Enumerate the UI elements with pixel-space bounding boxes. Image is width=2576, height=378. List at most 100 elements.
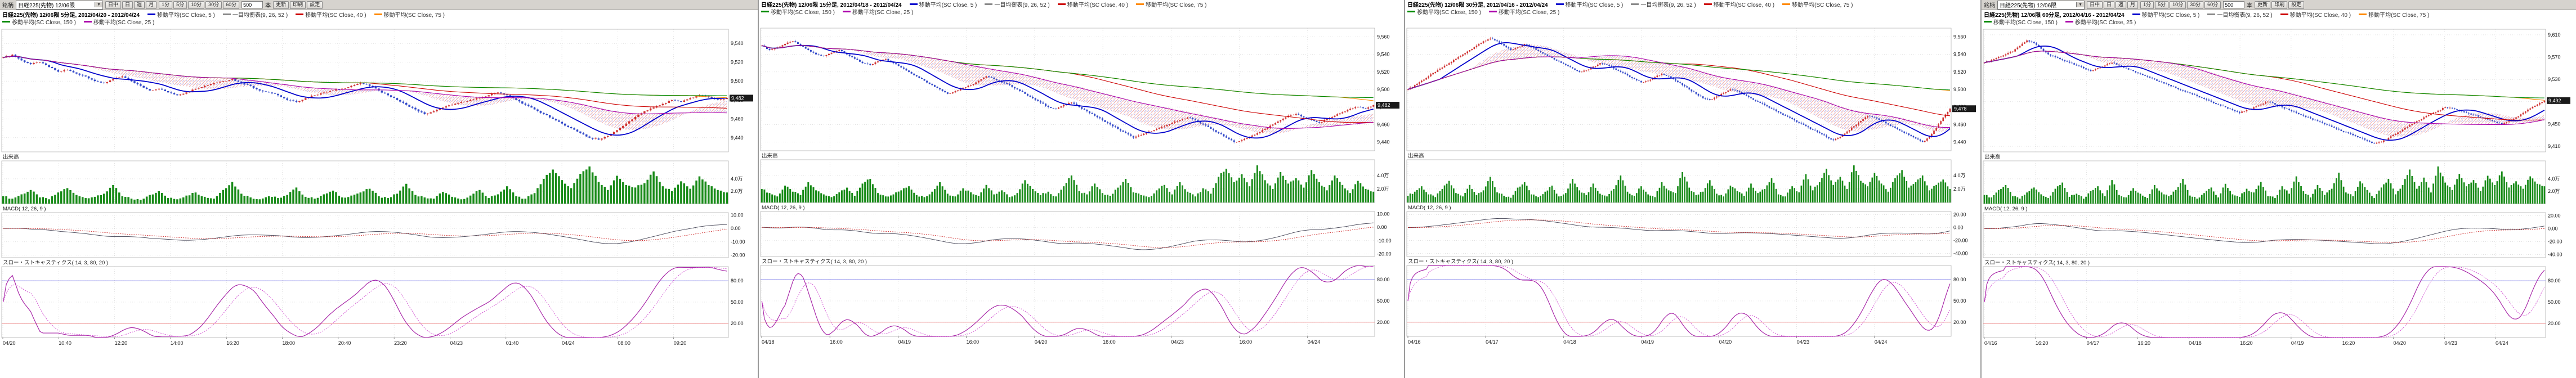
indicator-row-2: 移動平均(SC Close, 150 )移動平均(SC Close, 25 ) — [761, 8, 913, 15]
chart-canvas: 04/1604/1704/1804/1904/2004/2304/249,560… — [1405, 16, 1980, 378]
toolbar-button[interactable]: 印刷 — [290, 1, 306, 9]
toolbar-button[interactable]: 30分 — [205, 1, 222, 9]
panel-toolbar: 銘柄 日経225(先物) 12/06限 ▼ 日中日週月 1分5分10分30分60… — [0, 0, 758, 10]
toolbar-button[interactable]: 月 — [2127, 1, 2138, 9]
toolbar-button[interactable]: 5分 — [173, 1, 187, 9]
svg-text:50.00: 50.00 — [731, 299, 744, 305]
svg-text:16:20: 16:20 — [2342, 340, 2355, 346]
indicator-color-chip — [147, 14, 155, 15]
svg-text:80.00: 80.00 — [2548, 278, 2561, 284]
svg-text:04/16: 04/16 — [1984, 340, 1997, 346]
bars-count-input[interactable] — [242, 1, 263, 8]
svg-text:04/20: 04/20 — [1035, 339, 1048, 345]
svg-text:10.00: 10.00 — [731, 213, 744, 218]
toolbar-button[interactable]: 設定 — [307, 1, 323, 9]
indicator-color-chip — [1704, 3, 1712, 5]
svg-text:04/23: 04/23 — [450, 340, 463, 346]
svg-text:MACD( 12, 26, 9 ): MACD( 12, 26, 9 ) — [762, 205, 805, 211]
indicator-label: 移動平均(SC Close, 40 ) — [2280, 11, 2351, 18]
chart-panel-3: 日経225(先物) 12/06限 30分足, 2012/04/16 - 2012… — [1405, 0, 1982, 378]
panel-toolbar: 銘柄 日経225(先物) 12/06限 ▼ 日中日週月 1分5分10分30分60… — [1982, 0, 2576, 10]
svg-text:4.0万: 4.0万 — [731, 176, 743, 182]
indicator-row-1: 移動平均(SC Close, 5 )一目均衡表(9, 26, 52 )移動平均(… — [910, 1, 1207, 8]
indicator-color-chip — [1058, 3, 1066, 5]
indicator-label: 一目均衡表(9, 26, 52 ) — [223, 11, 288, 18]
toolbar-button[interactable]: 更新 — [273, 1, 289, 9]
volume-bars — [761, 165, 1374, 202]
ichimoku-cloud — [3, 56, 727, 130]
svg-text:9,410: 9,410 — [2548, 143, 2561, 149]
toolbar-button[interactable]: 10分 — [2170, 1, 2186, 9]
indicator-label: 一目均衡表(9, 26, 52 ) — [1631, 1, 1696, 8]
toolbar-button[interactable]: 日中 — [105, 1, 121, 9]
chart-header: 日経225(先物) 12/06限 5分足, 2012/04/20 - 2012/… — [0, 10, 758, 26]
svg-text:0.00: 0.00 — [731, 226, 741, 231]
volume-bars — [2, 166, 728, 204]
toolbar-button[interactable]: 更新 — [2255, 1, 2270, 9]
symbol-select[interactable]: 日経225(先物) 12/06限 ▼ — [16, 1, 103, 10]
section-labels: 出来高MACD( 12, 26, 9 )スロー・ストキャスティクス( 14, 3… — [1984, 154, 2090, 266]
stochastics-lines — [1983, 267, 2546, 338]
svg-text:50.00: 50.00 — [1953, 298, 1966, 304]
svg-text:9,610: 9,610 — [2548, 32, 2561, 38]
svg-text:9,482: 9,482 — [731, 95, 744, 101]
toolbar-button[interactable]: 10分 — [188, 1, 204, 9]
chart-canvas: 04/2010:4012:2014:0016:2018:0020:4023:20… — [0, 26, 758, 378]
svg-text:80.00: 80.00 — [1377, 277, 1390, 282]
indicator-label: 移動平均(SC Close, 75 ) — [1136, 1, 1206, 8]
toolbar-button[interactable]: 5分 — [2155, 1, 2168, 9]
price-axis: 9,5409,5209,5009,4809,4609,4404.0万2.0万10… — [731, 40, 745, 326]
svg-text:20.00: 20.00 — [1377, 320, 1390, 325]
toolbar-button[interactable]: 週 — [2116, 1, 2126, 9]
toolbar-button[interactable]: 60分 — [2204, 1, 2221, 9]
indicator-label: 移動平均(SC Close, 25 ) — [1489, 8, 1559, 15]
svg-text:18:00: 18:00 — [283, 340, 296, 346]
toolbar-button[interactable]: 設定 — [2288, 1, 2304, 9]
svg-text:16:00: 16:00 — [1240, 339, 1253, 345]
bars-count-input[interactable] — [2223, 1, 2244, 8]
indicator-row-1: 移動平均(SC Close, 5 )一目均衡表(9, 26, 52 )移動平均(… — [2132, 11, 2430, 18]
toolbar-button[interactable]: 30分 — [2187, 1, 2203, 9]
toolbar-button[interactable]: 日中 — [2087, 1, 2103, 9]
svg-text:9,440: 9,440 — [731, 135, 744, 141]
svg-text:16:20: 16:20 — [2036, 340, 2049, 346]
svg-text:20.00: 20.00 — [731, 321, 744, 326]
svg-text:12:20: 12:20 — [115, 340, 128, 346]
chevron-down-icon: ▼ — [2076, 2, 2084, 7]
toolbar-button[interactable]: 60分 — [223, 1, 239, 9]
indicator-label: 移動平均(SC Close, 75 ) — [2359, 11, 2429, 18]
svg-text:-20.00: -20.00 — [1377, 251, 1392, 256]
svg-text:20:40: 20:40 — [338, 340, 351, 346]
interval-button-group: 1分5分10分30分60分 — [159, 1, 239, 9]
toolbar-button[interactable]: 日 — [2104, 1, 2114, 9]
svg-text:9,540: 9,540 — [1377, 52, 1390, 57]
volume-bars — [1407, 165, 1951, 202]
symbol-select-value: 日経225(先物) 12/06限 — [2000, 1, 2056, 9]
toolbar-button[interactable]: 印刷 — [2271, 1, 2287, 9]
svg-text:80.00: 80.00 — [1953, 277, 1966, 282]
symbol-select[interactable]: 日経225(先物) 12/06限 ▼ — [1997, 1, 2085, 10]
svg-text:出来高: 出来高 — [1408, 152, 1424, 159]
indicator-color-chip — [1631, 3, 1639, 5]
svg-text:9,482: 9,482 — [1378, 102, 1390, 108]
indicator-label: 移動平均(SC Close, 40 ) — [1058, 1, 1128, 8]
time-axis: 04/1816:0004/1916:0004/2016:0004/2316:00… — [762, 336, 1320, 345]
svg-text:04/23: 04/23 — [1797, 339, 1810, 345]
indicator-row-1: 移動平均(SC Close, 5 )一目均衡表(9, 26, 52 )移動平均(… — [1556, 1, 1853, 8]
svg-text:MACD( 12, 26, 9 ): MACD( 12, 26, 9 ) — [1408, 205, 1451, 211]
svg-text:10.00: 10.00 — [1377, 212, 1390, 217]
toolbar-button[interactable]: 1分 — [159, 1, 172, 9]
chart-header: 日経225(先物) 12/06限 30分足, 2012/04/16 - 2012… — [1405, 0, 1980, 16]
volume-bars — [1984, 166, 2546, 204]
toolbar-button[interactable]: 日 — [122, 1, 133, 9]
toolbar-button[interactable]: 月 — [146, 1, 156, 9]
period-button-group: 日中日週月 — [2087, 1, 2138, 9]
toolbar-button[interactable]: 週 — [134, 1, 145, 9]
toolbar-button[interactable]: 1分 — [2140, 1, 2154, 9]
section-labels: 出来高MACD( 12, 26, 9 )スロー・ストキャスティクス( 14, 3… — [762, 152, 867, 265]
indicator-color-chip — [2280, 14, 2288, 15]
svg-text:04/24: 04/24 — [1308, 339, 1321, 345]
svg-text:2.0万: 2.0万 — [731, 188, 743, 194]
indicator-color-chip — [1407, 11, 1415, 12]
indicator-color-chip — [1782, 3, 1790, 5]
